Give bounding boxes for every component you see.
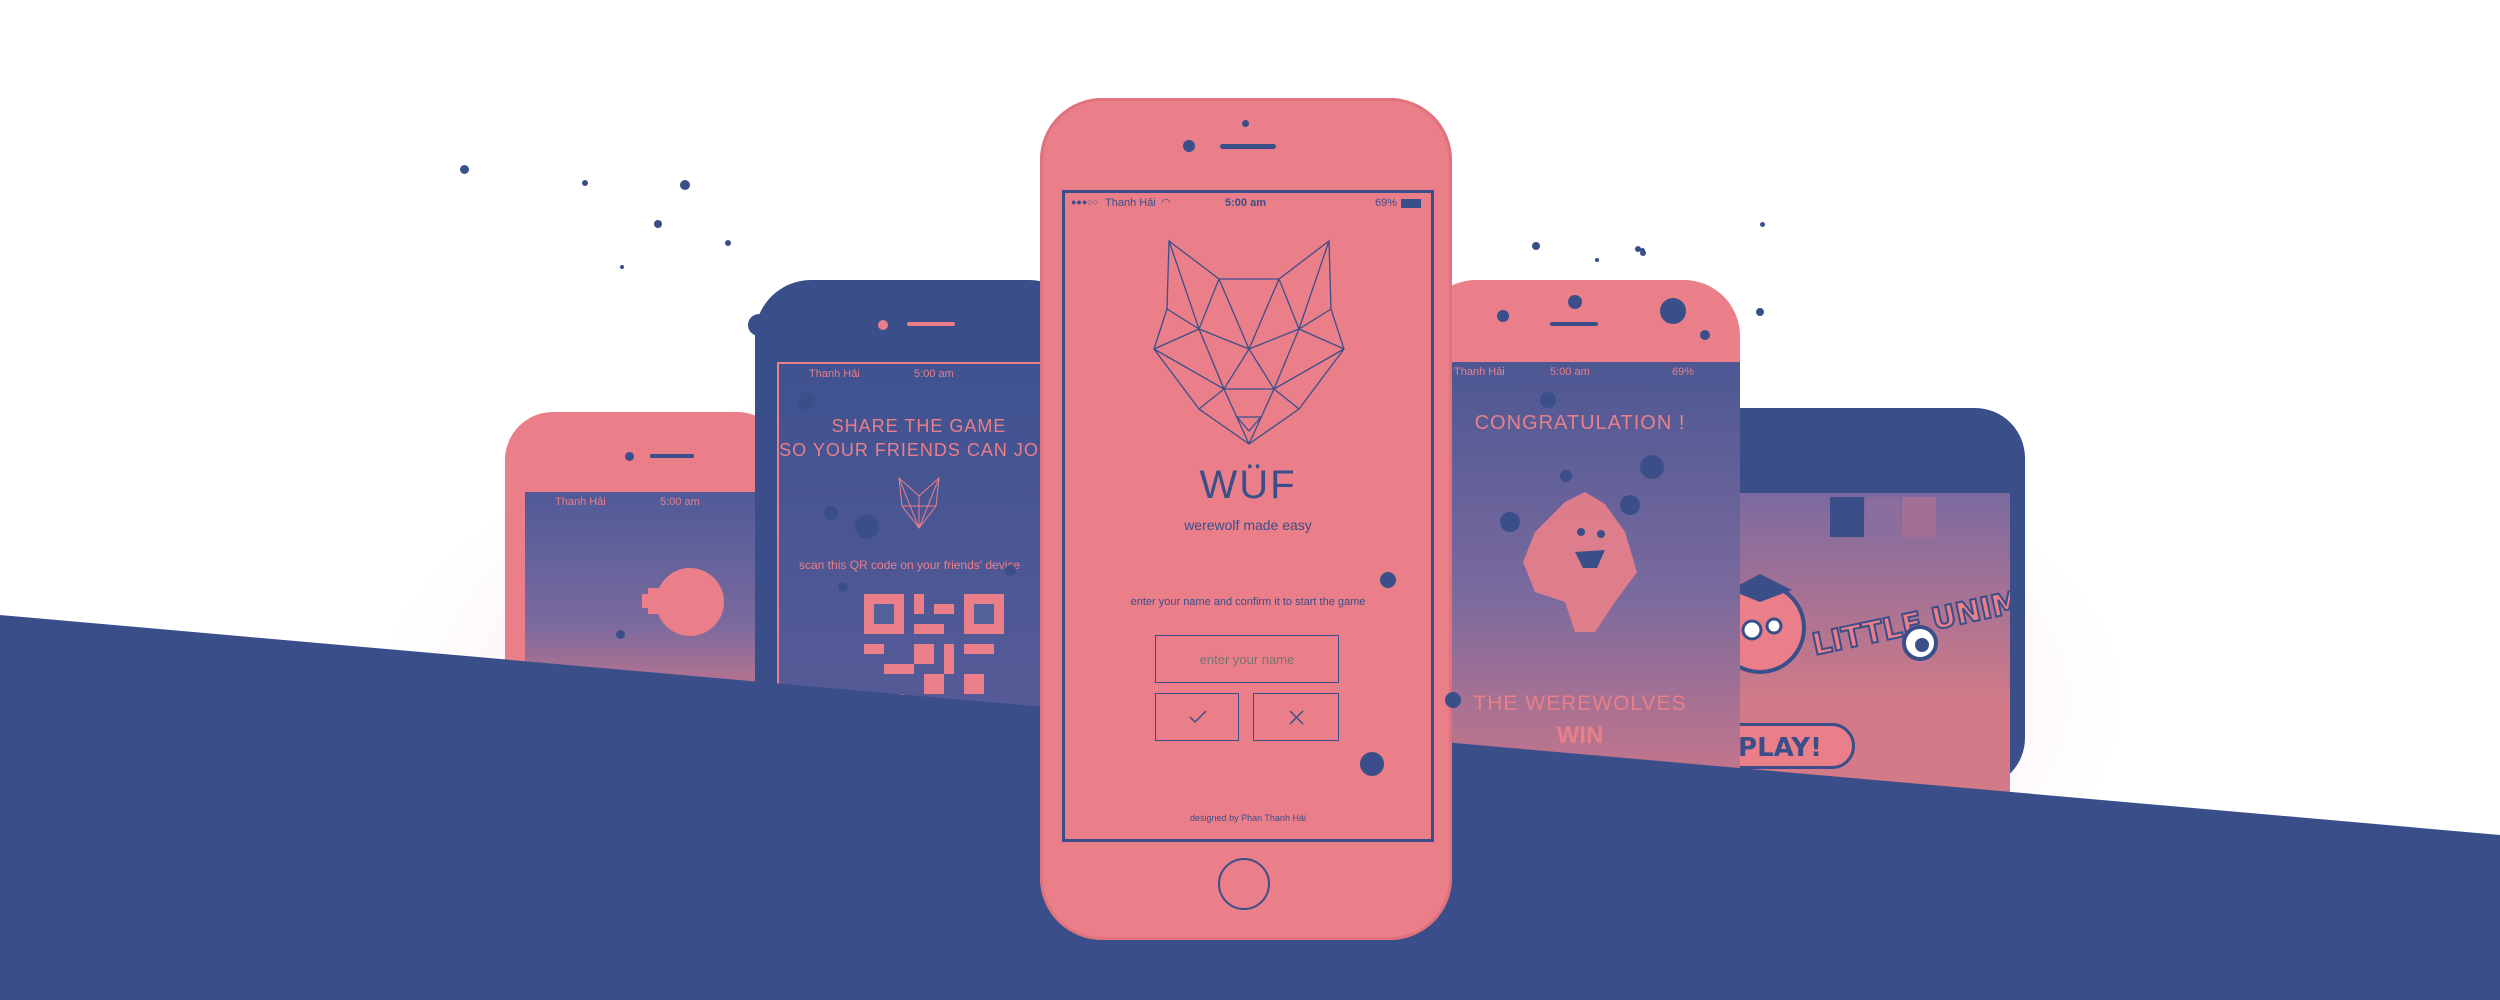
hero-scene: Thanh Hải 5:00 am Thanh Hải 5:00 am SHAR… <box>0 0 2500 1000</box>
ink-dot <box>1595 258 1599 262</box>
phone-main-camera <box>1183 140 1195 152</box>
phone-main: ●●●○○ Thanh Hải ◠ 5:00 am 69% WÜF werewo… <box>1040 98 1452 940</box>
ink-dot <box>1640 455 1664 479</box>
app-tagline: werewolf made easy <box>1184 517 1312 533</box>
ink-dot <box>890 820 900 830</box>
phone-main-speaker <box>1220 144 1276 149</box>
name-input[interactable] <box>1155 635 1339 683</box>
ink-dot <box>748 314 770 336</box>
app-name: WÜF <box>1199 463 1297 507</box>
ink-dot <box>855 515 879 539</box>
ink-dot <box>1500 512 1520 532</box>
ink-dot <box>1445 692 1461 708</box>
ink-dot <box>725 240 731 246</box>
home-button[interactable] <box>1218 858 1270 910</box>
ink-dot <box>798 392 816 410</box>
ink-dot <box>1532 242 1540 250</box>
ink-dot <box>1560 470 1572 482</box>
ink-dot <box>1497 310 1509 322</box>
cancel-button[interactable] <box>1253 693 1339 741</box>
ink-dot <box>1620 495 1640 515</box>
close-icon <box>1289 710 1304 725</box>
ink-dot <box>838 582 848 592</box>
main-carrier: Thanh Hải <box>1105 197 1156 209</box>
ink-dot <box>1756 308 1764 316</box>
ink-dot <box>1568 295 1582 309</box>
ink-dot <box>1360 752 1384 776</box>
ink-dot <box>616 630 625 639</box>
ink-dot <box>582 180 588 186</box>
main-battery: 69% <box>1375 197 1398 209</box>
ink-dot <box>654 220 662 228</box>
ink-dot <box>1380 572 1396 588</box>
ink-dot <box>1005 565 1016 576</box>
wolf-geometric-icon <box>1153 239 1345 445</box>
ink-dot <box>460 165 469 174</box>
ink-dot <box>1760 222 1765 227</box>
ink-dot <box>824 506 838 520</box>
ink-dot <box>1540 392 1556 408</box>
phone-main-screen: ●●●○○ Thanh Hải ◠ 5:00 am 69% WÜF werewo… <box>1062 190 1434 842</box>
ink-dot <box>1660 298 1686 324</box>
designer-credit: designed by Phan Thanh Hải <box>1190 813 1306 823</box>
checkmark-icon <box>1189 710 1207 724</box>
ink-dot <box>680 180 690 190</box>
ink-dot <box>620 265 624 269</box>
confirm-button[interactable] <box>1155 693 1239 741</box>
signal-dots-icon: ●●●○○ <box>1071 197 1099 207</box>
ink-dot <box>1640 248 1645 253</box>
ink-dot <box>1700 330 1710 340</box>
wifi-icon: ◠ <box>1161 197 1171 209</box>
main-time: 5:00 am <box>1225 197 1266 209</box>
start-instruction: enter your name and confirm it to start … <box>1130 596 1366 608</box>
phone-main-top-sensor <box>1242 120 1249 127</box>
ink-dot <box>970 715 986 731</box>
battery-icon <box>1401 199 1421 208</box>
